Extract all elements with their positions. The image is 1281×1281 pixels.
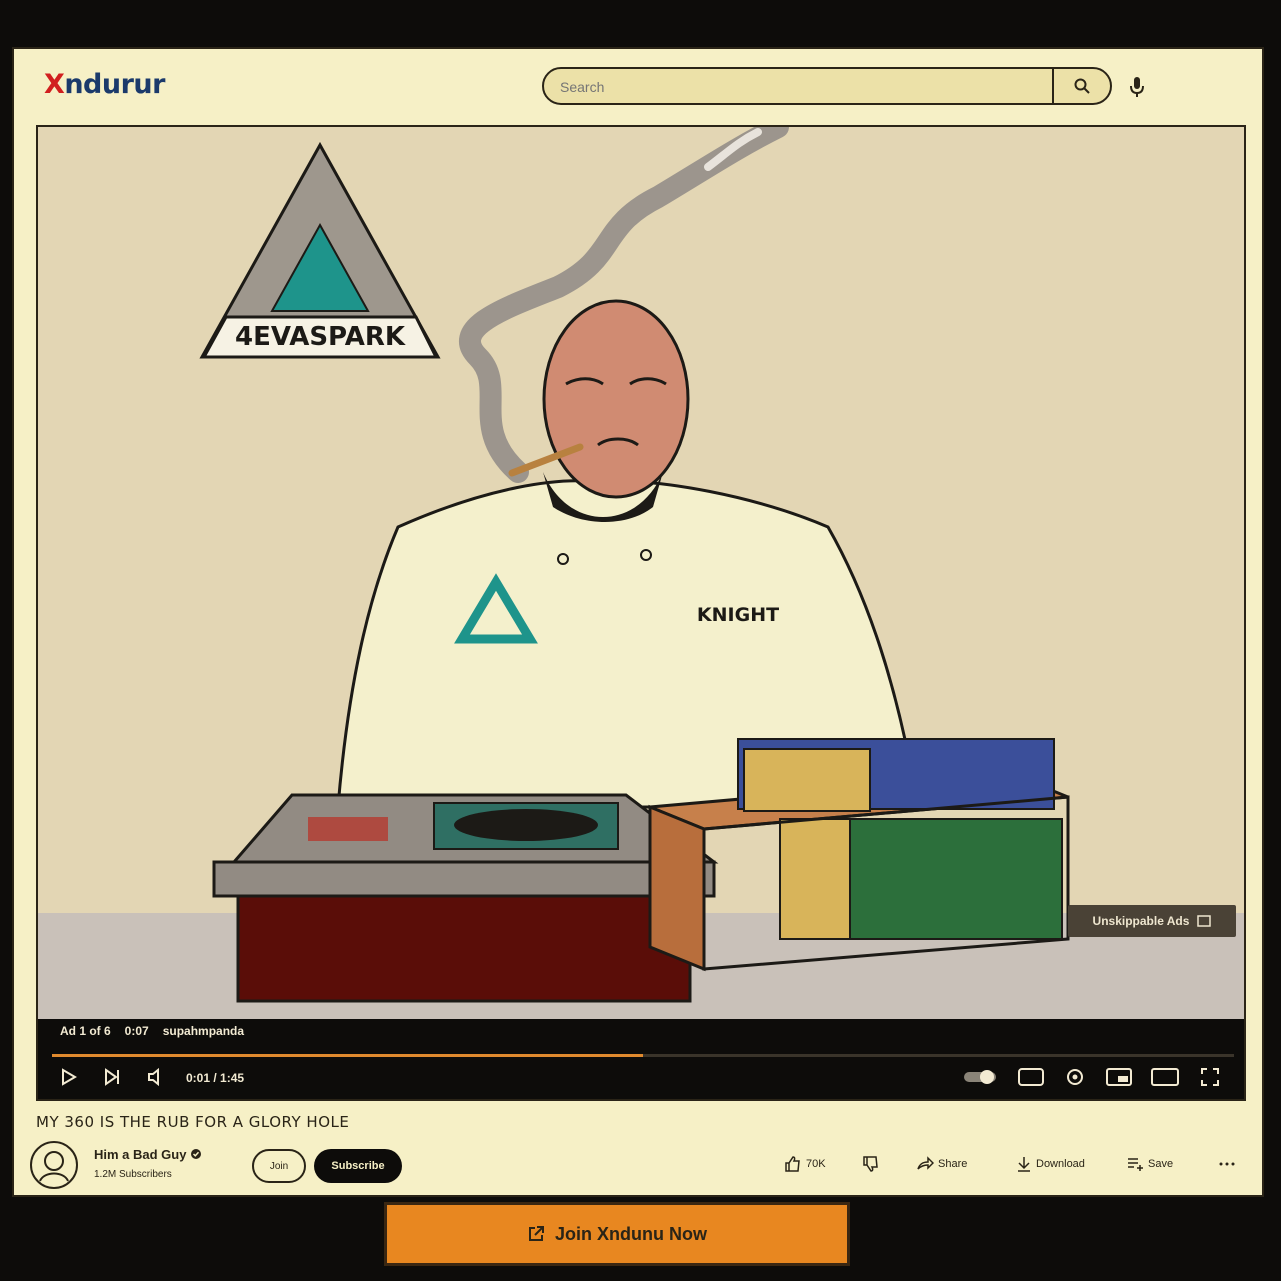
channel-avatar[interactable]: [30, 1141, 78, 1189]
like-count: 70K: [806, 1158, 826, 1170]
download-button[interactable]: Download: [1016, 1155, 1085, 1173]
search-icon: [1074, 78, 1090, 94]
ad-count: Ad 1 of 6: [60, 1024, 111, 1038]
miniplayer-icon: [1106, 1068, 1132, 1086]
next-button[interactable]: [100, 1065, 124, 1089]
search-bar: [542, 67, 1112, 105]
time-display: 0:01 / 1:45: [186, 1071, 245, 1085]
progress-fill: [52, 1054, 643, 1057]
fullscreen-icon: [1201, 1068, 1219, 1086]
theater-icon: [1151, 1068, 1179, 1086]
logo-letter: X: [44, 69, 65, 100]
toggle-icon: [964, 1070, 996, 1084]
jacket-text: KNIGHT: [697, 604, 779, 626]
dislike-button[interactable]: [862, 1155, 880, 1173]
skip-ad-label: Unskippable Ads: [1092, 914, 1190, 928]
share-button[interactable]: Share: [916, 1155, 967, 1173]
screen-icon: [1197, 915, 1212, 927]
browser-frame: Xndurur 4EVASPARK: [12, 47, 1264, 1197]
skip-next-icon: [105, 1068, 119, 1086]
video-title: MY 360 IS THE RUB FOR A GLORY HOLE: [36, 1113, 350, 1131]
ad-advertiser[interactable]: supahmpanda: [163, 1024, 244, 1038]
skip-ad-badge[interactable]: Unskippable Ads: [1068, 905, 1236, 937]
subtitles-icon: [1018, 1068, 1044, 1086]
subscriber-count: 1.2M Subscribers: [94, 1169, 172, 1180]
download-label: Download: [1036, 1158, 1085, 1170]
logo-text: ndurur: [64, 69, 165, 100]
like-button[interactable]: 70K: [784, 1155, 826, 1173]
subtitles-button[interactable]: [1016, 1065, 1046, 1089]
cta-label: Join Xndunu Now: [555, 1223, 707, 1244]
subscribe-button[interactable]: Subscribe: [314, 1149, 402, 1183]
thumbs-up-icon: [785, 1156, 800, 1172]
miniplayer-button[interactable]: [1104, 1065, 1134, 1089]
avatar-image: [39, 1151, 69, 1182]
search-button[interactable]: [1052, 69, 1110, 103]
volume-icon: [148, 1067, 159, 1087]
channel-name: Him a Bad Guy: [94, 1147, 187, 1162]
download-icon: [1018, 1157, 1030, 1172]
play-icon: [62, 1068, 77, 1086]
ad-info-bar: Ad 1 of 6 0:07 supahmpanda: [38, 1019, 1244, 1043]
playlist-add-icon: [1128, 1158, 1143, 1171]
play-button[interactable]: [56, 1065, 80, 1089]
save-button[interactable]: Save: [1126, 1155, 1173, 1173]
volume-button[interactable]: [144, 1065, 168, 1089]
site-logo[interactable]: Xndurur: [44, 69, 165, 100]
thumbs-down-icon: [863, 1156, 878, 1172]
save-label: Save: [1148, 1158, 1174, 1170]
share-icon: [917, 1156, 934, 1170]
share-label: Share: [938, 1158, 968, 1170]
video-logo-text: 4EVASPARK: [235, 322, 406, 352]
more-button[interactable]: [1218, 1155, 1236, 1173]
player-controls: 0:01 / 1:45: [38, 1043, 1244, 1099]
mic-icon[interactable]: [1129, 75, 1145, 99]
verified-icon: [191, 1149, 202, 1159]
settings-button[interactable]: [1062, 1065, 1088, 1089]
search-input[interactable]: [558, 75, 1042, 99]
join-button[interactable]: Join: [252, 1149, 306, 1183]
join-cta-button[interactable]: Join Xndunu Now: [384, 1202, 850, 1266]
autoplay-toggle[interactable]: [962, 1067, 998, 1087]
progress-bar[interactable]: [52, 1054, 1234, 1057]
ad-remaining: 0:07: [124, 1024, 149, 1038]
external-link-icon: [529, 1226, 544, 1241]
theater-button[interactable]: [1150, 1065, 1180, 1089]
video-frame: 4EVASPARK KNIGHT: [38, 127, 1244, 1019]
gear-icon: [1067, 1069, 1083, 1085]
fullscreen-button[interactable]: [1196, 1065, 1224, 1089]
more-horizontal-icon: [1219, 1162, 1235, 1166]
channel-name-row[interactable]: Him a Bad Guy: [94, 1147, 202, 1162]
video-player[interactable]: 4EVASPARK KNIGHT Unskippable Ads Ad 1 of…: [36, 125, 1246, 1101]
